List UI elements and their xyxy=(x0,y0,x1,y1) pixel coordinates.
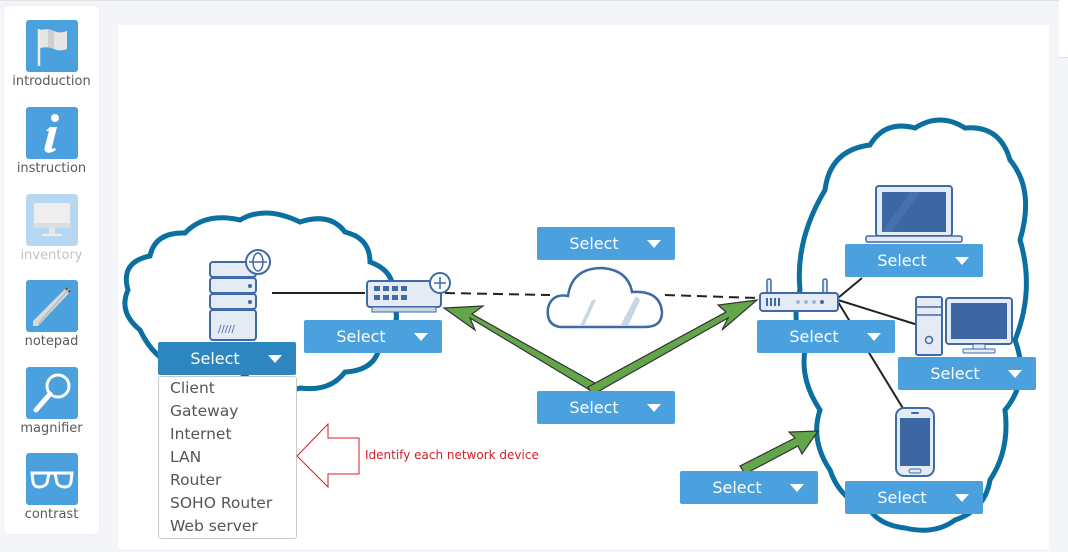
select-desktop[interactable]: Select xyxy=(898,357,1036,390)
desktop-icon xyxy=(915,296,1013,356)
caret-down-icon xyxy=(790,484,804,492)
caret-down-icon xyxy=(414,333,428,341)
caret-down-icon xyxy=(955,494,969,502)
link-soho-laptop xyxy=(837,277,863,299)
select-phone[interactable]: Select xyxy=(845,481,983,514)
caret-down-icon xyxy=(867,333,881,341)
select-value: Select xyxy=(930,364,980,383)
annotation-arrow-icon xyxy=(296,423,360,489)
caret-down-icon xyxy=(647,404,661,412)
option-web-server[interactable]: Web server xyxy=(159,515,296,538)
laptop-icon xyxy=(865,185,963,243)
option-gateway[interactable]: Gateway xyxy=(159,400,296,423)
web-server-icon: ///// xyxy=(209,249,271,341)
annotation-text: Identify each network device xyxy=(365,448,539,462)
select-router[interactable]: Select xyxy=(304,320,442,353)
option-lan[interactable]: LAN xyxy=(159,446,296,469)
link-router-internet xyxy=(444,292,551,296)
caret-down-icon xyxy=(268,355,282,363)
select-value: Select xyxy=(569,398,619,417)
option-internet[interactable]: Internet xyxy=(159,423,296,446)
internet-cloud-icon xyxy=(546,266,664,329)
select-internet[interactable]: Select xyxy=(537,227,675,260)
select-value: Select xyxy=(569,234,619,253)
arrow-to-lan xyxy=(739,430,820,475)
option-router[interactable]: Router xyxy=(159,469,296,492)
caret-down-icon xyxy=(955,257,969,265)
svg-text://///: ///// xyxy=(218,324,235,335)
select-value: Select xyxy=(712,478,762,497)
link-internet-soho xyxy=(664,294,759,299)
select-lan[interactable]: Select xyxy=(680,471,818,504)
dropdown-options-list: Client Gateway Internet LAN Router SOHO … xyxy=(158,376,297,539)
select-soho-router[interactable]: Select xyxy=(757,320,895,353)
smartphone-icon xyxy=(895,407,935,477)
select-laptop[interactable]: Select xyxy=(845,244,983,277)
caret-down-icon xyxy=(647,240,661,248)
select-value: Select xyxy=(336,327,386,346)
select-value: Select xyxy=(789,327,839,346)
select-web-server[interactable]: Select xyxy=(158,342,296,375)
select-value: Select xyxy=(190,349,240,368)
option-client[interactable]: Client xyxy=(159,377,296,400)
select-connection[interactable]: Select xyxy=(537,391,675,424)
select-value: Select xyxy=(877,251,927,270)
caret-down-icon xyxy=(1008,370,1022,378)
router-icon xyxy=(366,272,451,313)
select-value: Select xyxy=(877,488,927,507)
option-soho-router[interactable]: SOHO Router xyxy=(159,492,296,515)
